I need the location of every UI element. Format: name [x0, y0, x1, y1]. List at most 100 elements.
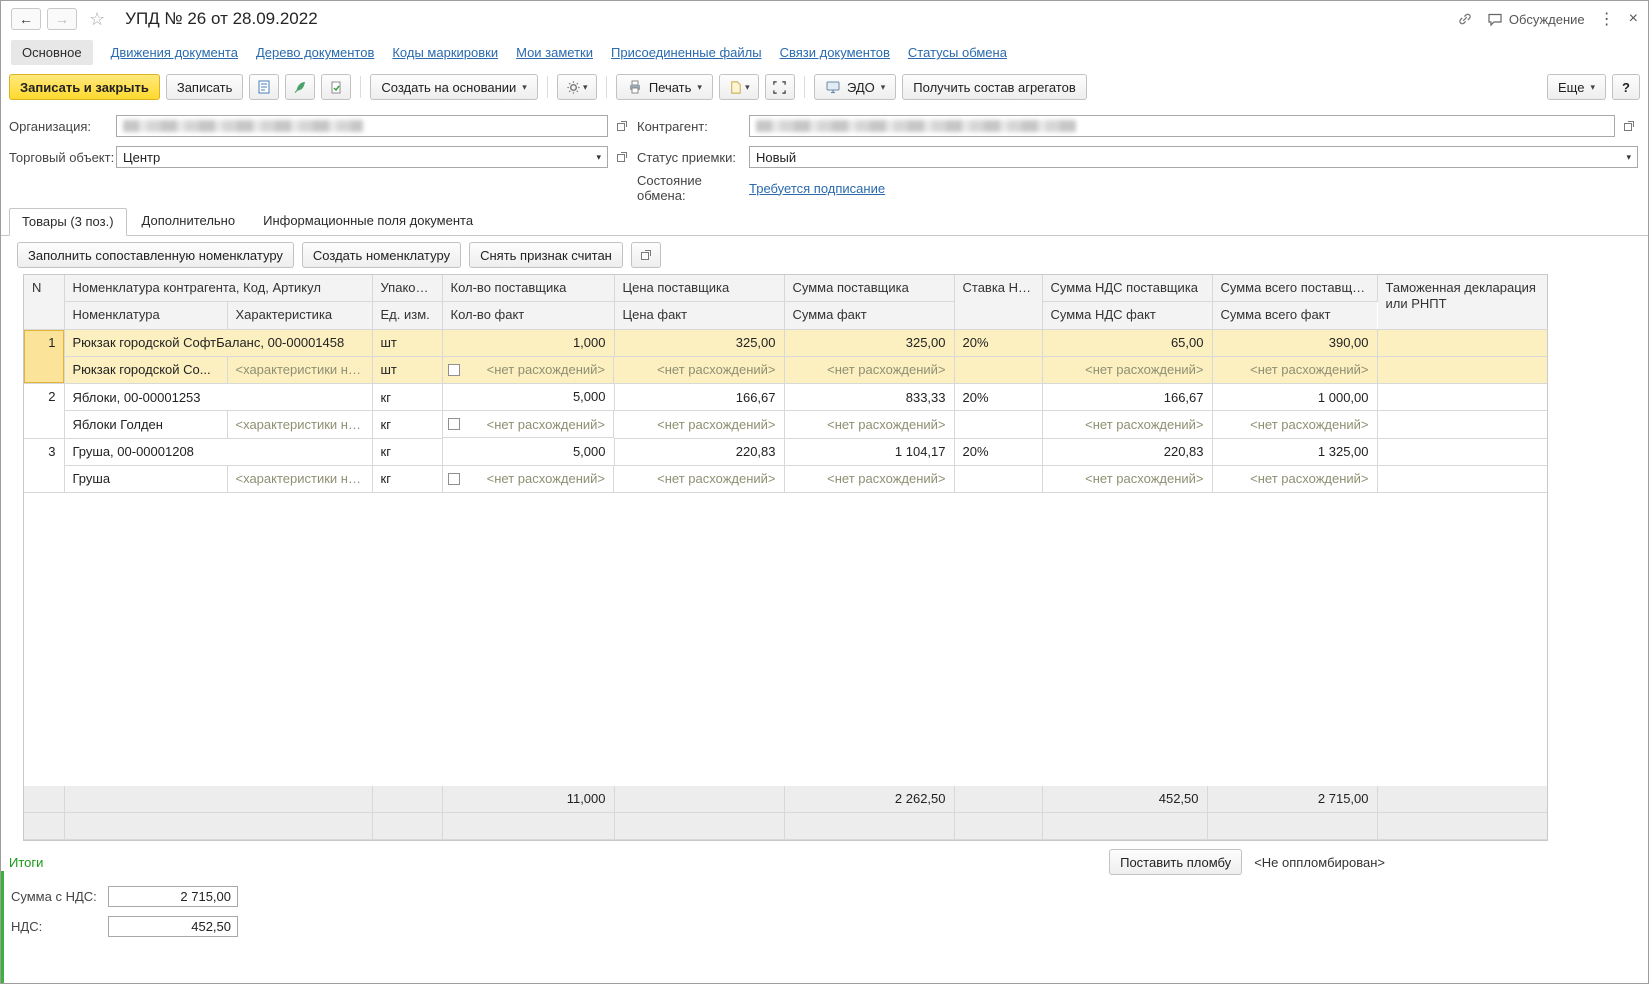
counterparty-field[interactable] — [749, 115, 1615, 137]
vat-rate-fact-cell[interactable] — [954, 465, 1042, 493]
vat-supplier-cell[interactable]: 65,00 — [1042, 329, 1212, 356]
table-row-supplier[interactable]: 2 Яблоки, 00-00001253 кг 5,000 166,67 83… — [24, 384, 1547, 411]
tab-goods[interactable]: Товары (3 поз.) — [9, 208, 127, 236]
supplier-name-cell[interactable]: Груша, 00-00001208 — [64, 438, 372, 465]
vat-rate-cell[interactable]: 20% — [954, 384, 1042, 411]
customs-cell[interactable] — [1377, 329, 1547, 356]
qty-fact-cell[interactable]: <нет расхождений> — [443, 411, 615, 438]
tab-info-fields[interactable]: Информационные поля документа — [250, 207, 486, 235]
nav-item-my-notes[interactable]: Мои заметки — [516, 45, 593, 60]
vat-field[interactable]: 452,50 — [108, 916, 238, 937]
customs-cell[interactable] — [1377, 384, 1547, 411]
discussion-button[interactable]: Обсуждение — [1487, 11, 1585, 27]
tab-additional[interactable]: Дополнительно — [129, 207, 249, 235]
table-row-fact[interactable]: Яблоки Голден <характеристики не и... кг… — [24, 411, 1547, 439]
fact-name-cell[interactable]: Груша — [64, 465, 227, 493]
print-button[interactable]: Печать▾ — [616, 74, 713, 100]
qty-fact-cell[interactable]: <нет расхождений> — [443, 466, 615, 493]
open-icon[interactable] — [1620, 117, 1638, 135]
trade-object-field[interactable]: Центр ▾ — [116, 146, 608, 168]
total-supplier-cell[interactable]: 390,00 — [1212, 329, 1377, 356]
nav-item-document-movements[interactable]: Движения документа — [111, 45, 238, 60]
nav-item-attached-files[interactable]: Присоединенные файлы — [611, 45, 762, 60]
sum-with-vat-field[interactable]: 2 715,00 — [108, 886, 238, 907]
sum-supplier-cell[interactable]: 833,33 — [784, 384, 954, 411]
unit-cell[interactable]: кг — [372, 465, 442, 493]
customs-cell[interactable] — [1377, 411, 1547, 439]
total-fact-cell[interactable]: <нет расхождений> — [1212, 465, 1377, 493]
qty-fact-cell[interactable]: <нет расхождений> — [443, 357, 615, 384]
characteristic-cell[interactable]: <характеристики не и... — [227, 411, 372, 439]
packaging-cell[interactable]: кг — [372, 384, 442, 411]
price-supplier-cell[interactable]: 220,83 — [614, 438, 784, 465]
fact-name-cell[interactable]: Яблоки Голден — [64, 411, 227, 439]
packaging-cell[interactable]: шт — [372, 329, 442, 356]
col-header-total-supplier[interactable]: Сумма всего поставщика — [1212, 275, 1377, 302]
settings-button[interactable]: ▾ — [557, 74, 597, 100]
col-header-packaging[interactable]: Упаковка — [372, 275, 442, 302]
col-header-n[interactable]: N — [24, 275, 64, 329]
col-header-price-fact[interactable]: Цена факт — [614, 302, 784, 329]
nav-item-exchange-statuses[interactable]: Статусы обмена — [908, 45, 1007, 60]
nav-item-document-tree[interactable]: Дерево документов — [256, 45, 374, 60]
nav-item-main[interactable]: Основное — [11, 40, 93, 65]
table-row-supplier[interactable]: 3 Груша, 00-00001208 кг 5,000 220,83 1 1… — [24, 438, 1547, 465]
vat-fact-cell[interactable]: <нет расхождений> — [1042, 411, 1212, 439]
favorite-icon[interactable]: ☆ — [89, 9, 105, 30]
nav-item-document-relations[interactable]: Связи документов — [780, 45, 890, 60]
nav-item-marking-codes[interactable]: Коды маркировки — [392, 45, 498, 60]
fact-name-cell[interactable]: Рюкзак городской Со... — [64, 356, 227, 384]
packaging-cell[interactable]: кг — [372, 438, 442, 465]
customs-cell[interactable] — [1377, 356, 1547, 384]
vat-supplier-cell[interactable]: 220,83 — [1042, 438, 1212, 465]
price-fact-cell[interactable]: <нет расхождений> — [614, 411, 784, 439]
table-row-supplier[interactable]: 1 Рюкзак городской СофтБаланс, 00-000014… — [24, 329, 1547, 356]
copy-link-button[interactable] — [1457, 11, 1473, 27]
unit-cell[interactable]: кг — [372, 411, 442, 439]
edo-button[interactable]: ЭДО▾ — [814, 74, 896, 100]
open-icon[interactable] — [613, 148, 631, 166]
sum-fact-cell[interactable]: <нет расхождений> — [784, 356, 954, 384]
sum-fact-cell[interactable]: <нет расхождений> — [784, 411, 954, 439]
help-button[interactable]: ? — [1612, 74, 1640, 100]
sum-supplier-cell[interactable]: 325,00 — [784, 329, 954, 356]
col-header-nomenclature[interactable]: Номенклатура — [64, 302, 227, 329]
chevron-down-icon[interactable]: ▾ — [590, 152, 601, 163]
table-row-fact[interactable]: Рюкзак городской Со... <характеристики н… — [24, 356, 1547, 384]
organization-field[interactable] — [116, 115, 608, 137]
create-nomenclature-button[interactable]: Создать номенклатуру — [302, 242, 461, 268]
totals-group-title[interactable]: Итоги — [9, 855, 43, 870]
back-button[interactable]: ← — [11, 8, 41, 30]
customs-cell[interactable] — [1377, 438, 1547, 465]
col-header-qty-fact[interactable]: Кол-во факт — [442, 302, 614, 329]
save-button[interactable]: Записать — [166, 74, 244, 100]
col-header-unit[interactable]: Ед. изм. — [372, 302, 442, 329]
col-header-nomenclature-group[interactable]: Номенклатура контрагента, Код, Артикул — [64, 275, 372, 302]
scanned-checkbox[interactable] — [448, 418, 460, 430]
col-header-vat-supplier[interactable]: Сумма НДС поставщика — [1042, 275, 1212, 302]
sum-fact-cell[interactable]: <нет расхождений> — [784, 465, 954, 493]
customs-cell[interactable] — [1377, 465, 1547, 493]
col-header-characteristic[interactable]: Характеристика — [227, 302, 372, 329]
table-row-fact[interactable]: Груша <характеристики не и... кг <нет ра… — [24, 465, 1547, 493]
col-header-vat-rate[interactable]: Ставка НДС — [954, 275, 1042, 329]
attachment-button[interactable]: ▾ — [719, 74, 759, 100]
vat-rate-fact-cell[interactable] — [954, 411, 1042, 439]
price-supplier-cell[interactable]: 325,00 — [614, 329, 784, 356]
characteristic-cell[interactable]: <характеристики не и... — [227, 356, 372, 384]
vat-rate-cell[interactable]: 20% — [954, 438, 1042, 465]
total-fact-cell[interactable]: <нет расхождений> — [1212, 411, 1377, 439]
scanned-checkbox[interactable] — [448, 364, 460, 376]
col-header-sum-fact[interactable]: Сумма факт — [784, 302, 954, 329]
vat-rate-fact-cell[interactable] — [954, 356, 1042, 384]
price-fact-cell[interactable]: <нет расхождений> — [614, 465, 784, 493]
close-icon[interactable]: × — [1629, 10, 1638, 28]
total-supplier-cell[interactable]: 1 000,00 — [1212, 384, 1377, 411]
row-number-cell[interactable]: 2 — [24, 384, 64, 439]
get-aggregates-button[interactable]: Получить состав агрегатов — [902, 74, 1086, 100]
vat-fact-cell[interactable]: <нет расхождений> — [1042, 465, 1212, 493]
set-seal-button[interactable]: Поставить пломбу — [1109, 849, 1242, 875]
col-header-customs[interactable]: Таможенная декларация или РНПТ — [1377, 275, 1547, 329]
qty-supplier-cell[interactable]: 5,000 — [442, 438, 614, 465]
fullscreen-button[interactable] — [765, 74, 795, 100]
